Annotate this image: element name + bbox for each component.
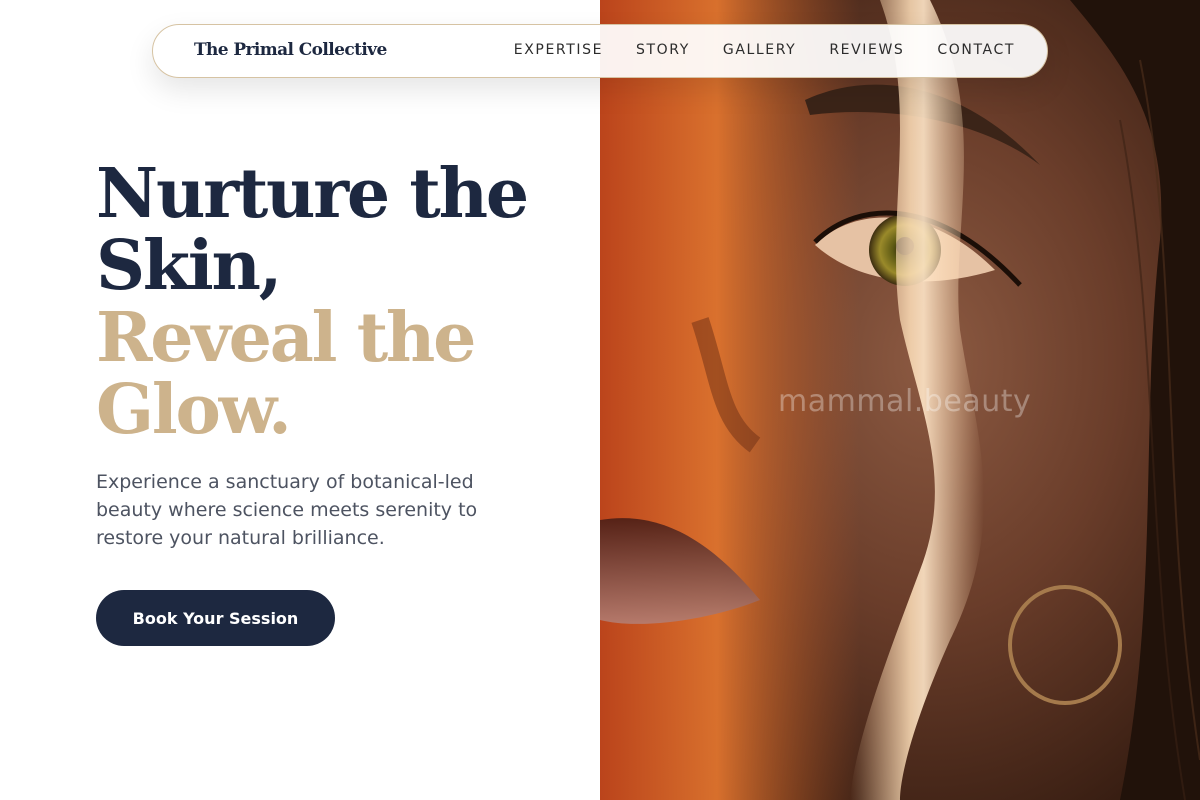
nav-link-reviews[interactable]: REVIEWS xyxy=(829,42,904,58)
nav-link-contact[interactable]: CONTACT xyxy=(937,42,1015,58)
hero-content: Nurture the Skin, Reveal the Glow. Exper… xyxy=(96,158,566,552)
nav-links: EXPERTISE STORY GALLERY REVIEWS CONTACT xyxy=(514,42,1015,58)
brand-logo[interactable]: The Primal Collective xyxy=(194,40,387,60)
hero-headline: Nurture the Skin, Reveal the Glow. xyxy=(96,158,566,446)
headline-line-2: Skin, xyxy=(96,226,282,306)
headline-line-3: Reveal the xyxy=(96,298,476,378)
headline-line-1: Nurture the xyxy=(96,154,529,234)
hero-description: Experience a sanctuary of botanical-led … xyxy=(96,471,478,549)
nav-link-gallery[interactable]: GALLERY xyxy=(723,42,796,58)
hero-portrait-image: mammal.beauty xyxy=(600,0,1200,800)
main-navigation: The Primal Collective EXPERTISE STORY GA… xyxy=(152,24,1048,78)
headline-line-4: Glow. xyxy=(96,370,292,450)
book-session-button[interactable]: Book Your Session xyxy=(96,590,335,646)
watermark-text: mammal.beauty xyxy=(778,384,1032,419)
nav-link-expertise[interactable]: EXPERTISE xyxy=(514,42,603,58)
nav-link-story[interactable]: STORY xyxy=(636,42,690,58)
